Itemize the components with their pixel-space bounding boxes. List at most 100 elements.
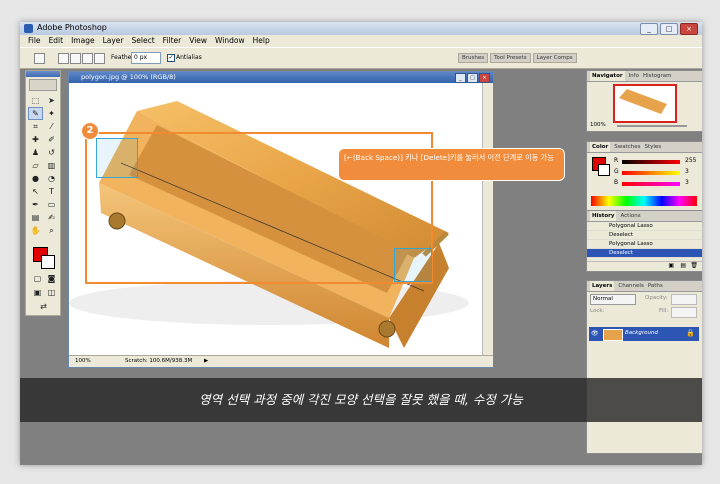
tab-swatches[interactable]: Swatches [614,142,640,152]
new-document-icon[interactable]: ▤ [680,262,686,269]
tab-navigator[interactable]: Navigator [590,71,625,81]
minimize-button[interactable]: _ [640,23,658,35]
hand-tool-icon[interactable]: ✋ [29,225,42,236]
menu-select[interactable]: Select [132,35,155,47]
close-button[interactable]: × [680,23,698,35]
trash-icon[interactable]: 🗑 [690,262,698,269]
eyedropper-tool-icon[interactable]: ✍ [45,212,58,223]
document-title-bar[interactable]: polygon.jpg @ 100% (RGB/8) _ □ × [69,72,493,83]
tab-color[interactable]: Color [590,142,611,152]
menu-file[interactable]: File [28,35,41,47]
polygonal-lasso-preset-icon[interactable] [34,53,45,64]
history-brush-icon[interactable]: ↺ [45,147,58,158]
doc-maximize-button[interactable]: □ [467,73,478,83]
color-r-slider[interactable] [622,160,680,164]
tab-history[interactable]: History [590,211,617,221]
screen-mode-icon[interactable]: ▣ [31,287,44,298]
history-item[interactable]: Polygonal Lasso [587,222,702,231]
tab-paths[interactable]: Paths [648,281,663,291]
tab-actions[interactable]: Actions [620,211,640,221]
eraser-tool-icon[interactable]: ▱ [29,160,42,171]
marquee-tool-icon[interactable]: ⬚ [29,95,42,106]
notes-tool-icon[interactable]: ▤ [29,212,42,223]
menu-window[interactable]: Window [215,35,245,47]
navigator-zoom[interactable]: 100% [590,122,606,128]
doc-minimize-button[interactable]: _ [455,73,466,83]
color-background-swatch[interactable] [598,164,610,176]
doc-close-button[interactable]: × [479,73,490,83]
new-selection-icon[interactable] [58,53,69,64]
menu-edit[interactable]: Edit [49,35,64,47]
quick-mask-icon[interactable]: ◙ [45,273,58,284]
shape-tool-icon[interactable]: ▭ [45,199,58,210]
pen-tool-icon[interactable]: ✒ [29,199,42,210]
subtract-selection-icon[interactable] [82,53,93,64]
history-item[interactable]: Polygonal Lasso [587,240,702,249]
tab-tool-presets[interactable]: Tool Presets [490,53,531,63]
caption-bar: 영역 선택 과정 중에 각진 모양 선택을 잘못 했을 때, 수정 가능 [20,378,702,422]
blur-tool-icon[interactable]: ● [29,173,42,184]
feather-input[interactable]: 0 px [131,52,161,64]
brush-tool-icon[interactable]: ✐ [45,134,58,145]
lock-label: Lock: [590,308,605,314]
color-g-value[interactable]: 3 [685,168,689,175]
maximize-button[interactable]: □ [660,23,678,35]
menu-help[interactable]: Help [253,35,270,47]
tab-layers[interactable]: Layers [590,281,615,291]
color-b-slider[interactable] [622,182,680,186]
menu-layer[interactable]: Layer [103,35,124,47]
color-spectrum-bar[interactable] [591,196,697,206]
color-r-value[interactable]: 255 [685,157,696,164]
move-tool-icon[interactable]: ➤ [45,95,58,106]
menu-image[interactable]: Image [71,35,95,47]
clone-stamp-icon[interactable]: ♟ [29,147,42,158]
blend-mode-select[interactable]: Normal [590,294,636,305]
opacity-input[interactable] [671,294,697,305]
magic-wand-tool-icon[interactable]: ✦ [45,108,58,119]
layer-name[interactable]: Background [625,330,658,336]
path-selection-icon[interactable]: ↖ [29,186,42,197]
fill-input[interactable] [671,307,697,318]
history-item[interactable]: Deselect [587,231,702,240]
antialias-checkbox[interactable]: ✓ [167,54,175,62]
toolbox-grip[interactable] [26,71,60,77]
layers-panel: Layers Channels Paths Normal Opacity: Lo… [586,280,702,454]
layer-row-background[interactable]: 👁 Background 🔒 [589,327,699,341]
tab-histogram[interactable]: Histogram [643,71,672,81]
intersect-selection-icon[interactable] [94,53,105,64]
tab-channels[interactable]: Channels [618,281,643,291]
color-g-slider[interactable] [622,171,680,175]
zoom-level[interactable]: 100% [75,356,91,367]
slice-tool-icon[interactable]: ⁄ [45,121,58,132]
add-selection-icon[interactable] [70,53,81,64]
photoshop-logo[interactable] [29,79,57,91]
color-b-value[interactable]: 3 [685,179,689,186]
status-arrow-icon[interactable]: ▶ [204,356,208,367]
navigator-thumbnail[interactable] [613,84,677,123]
document-vertical-scrollbar[interactable] [482,83,493,356]
layer-thumbnail [603,329,623,341]
color-r-label: R [614,157,619,164]
crop-tool-icon[interactable]: ⌗ [29,121,42,132]
jump-to-imageready-icon[interactable]: ⇄ [37,301,50,312]
history-item-selected[interactable]: Deselect [587,249,702,258]
fullscreen-mode-icon[interactable]: ◫ [45,287,58,298]
tab-info[interactable]: Info [629,71,639,81]
standard-mode-icon[interactable]: ▢ [31,273,44,284]
background-color-swatch[interactable] [41,255,55,269]
menu-view[interactable]: View [189,35,207,47]
gradient-tool-icon[interactable]: ▥ [45,160,58,171]
window-title: Adobe Photoshop [37,23,107,32]
menu-filter[interactable]: Filter [163,35,182,47]
new-snapshot-icon[interactable]: ▣ [668,262,674,269]
tab-brushes[interactable]: Brushes [458,53,489,63]
polygonal-lasso-tool-icon[interactable]: ✎ [28,107,43,120]
type-tool-icon[interactable]: T [45,186,58,197]
dodge-tool-icon[interactable]: ◔ [45,173,58,184]
eye-icon[interactable]: 👁 [591,330,599,337]
tab-layer-comps[interactable]: Layer Comps [532,53,577,63]
healing-brush-icon[interactable]: ✚ [29,134,42,145]
zoom-tool-icon[interactable]: ⌕ [45,225,58,236]
tab-styles[interactable]: Styles [644,142,661,152]
navigator-zoom-slider[interactable] [617,125,687,127]
